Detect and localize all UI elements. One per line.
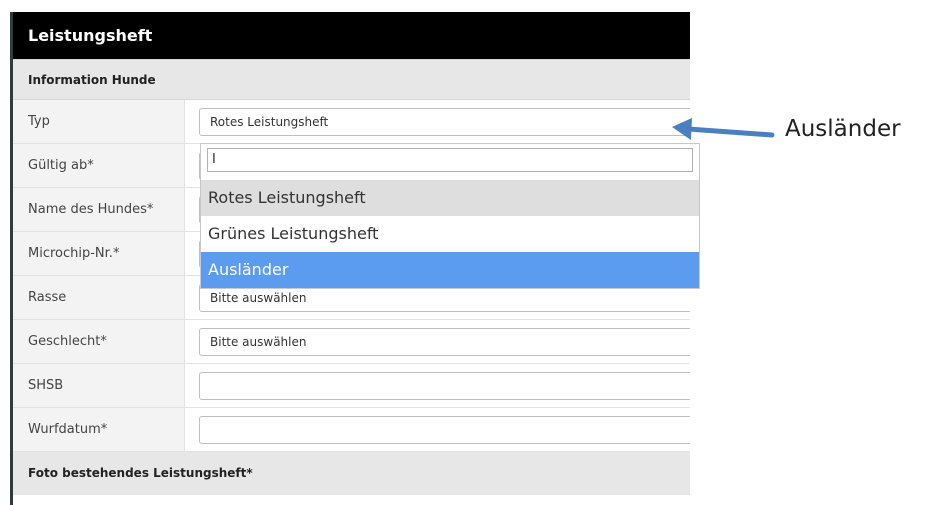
rasse-label: Rasse [13,276,185,319]
typ-label: Typ [13,100,185,143]
section-information-hunde: Information Hunde [13,59,690,100]
dropdown-option-auslaender[interactable]: Ausländer [201,252,699,288]
wurfdatum-field[interactable] [199,416,690,444]
section-foto-leistungsheft: Foto bestehendes Leistungsheft* [13,452,690,495]
gueltig-ab-label: Gültig ab* [13,144,185,187]
dropdown-search-input[interactable]: I [207,148,693,172]
row-shsb: SHSB [13,364,690,408]
geschlecht-select[interactable]: Bitte auswählen [199,328,690,356]
annotation-label: Ausländer [785,116,901,142]
shsb-field[interactable] [199,372,690,400]
row-geschlecht: Geschlecht* Bitte auswählen [13,320,690,364]
annotation-arrow-icon [672,118,775,140]
row-typ: Typ Rotes Leistungsheft [13,100,690,144]
dropdown-search-wrap: I [201,144,699,180]
row-wurfdatum: Wurfdatum* [13,408,690,452]
dropdown-option-rotes[interactable]: Rotes Leistungsheft [201,180,699,216]
wurfdatum-label: Wurfdatum* [13,408,185,451]
shsb-label: SHSB [13,364,185,407]
microchip-label: Microchip-Nr.* [13,232,185,275]
dropdown-option-gruenes[interactable]: Grünes Leistungsheft [201,216,699,252]
typ-select[interactable]: Rotes Leistungsheft [199,108,690,136]
name-des-hundes-label: Name des Hundes* [13,188,185,231]
typ-dropdown-menu: I Rotes Leistungsheft Grünes Leistungshe… [200,143,700,289]
panel-title: Leistungsheft [13,12,690,59]
geschlecht-label: Geschlecht* [13,320,185,363]
